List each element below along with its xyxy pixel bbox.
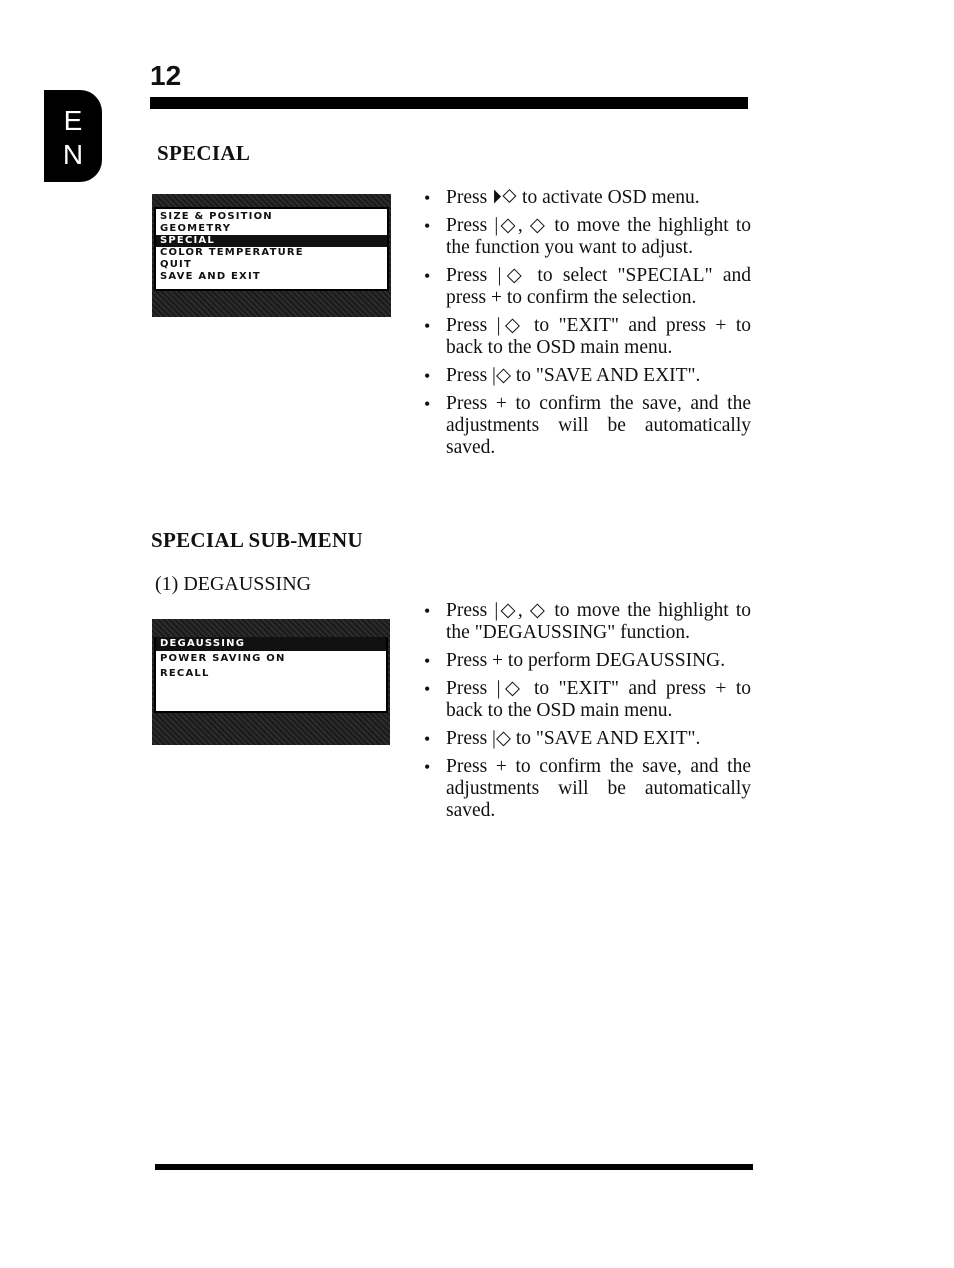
osd-item-power-saving-on: POWER SAVING ON [160,653,286,664]
instruction-item: Press |◇ to "SAVE AND EXIT". [418,728,751,750]
osd-menu-list: SIZE & POSITION GEOMETRY SPECIAL COLOR T… [154,207,389,291]
instruction-item: Press |◇ to "SAVE AND EXIT". [418,365,751,387]
language-letter: E [63,105,83,136]
osd-item-degaussing-highlighted: DEGAUSSING [156,637,386,651]
osd-item-geometry: GEOMETRY [160,223,232,234]
osd-item-size-position: SIZE & POSITION [160,211,273,222]
subsection-heading-degaussing: (1) DEGAUSSING [155,573,312,595]
osd-item-color-temperature: COLOR TEMPERATURE [160,247,304,258]
section-heading-special-submenu: SPECIAL SUB-MENU [151,528,363,552]
osd-submenu-list: DEGAUSSING POWER SAVING ON RECALL [154,637,388,713]
footer-rule [155,1164,753,1170]
osd-item-recall: RECALL [160,668,210,679]
instruction-item: Press |◇, ◇ to move the highlight to the… [418,600,751,644]
osd-submenu-image: DEGAUSSING POWER SAVING ON RECALL [152,619,390,745]
language-letter: N [62,139,84,170]
instruction-item: Press + to confirm the save, and the adj… [418,393,751,459]
page-number: 12 [150,60,182,91]
instruction-item: Press ⏵◇ to activate OSD menu. [418,187,751,209]
language-tab: E N [44,90,102,182]
instruction-item: Press |◇ to "EXIT" and press + to back t… [418,678,751,722]
instruction-item: Press + to perform DEGAUSSING. [418,650,751,672]
osd-item-quit: QUIT [160,259,192,270]
submenu-instructions-list: Press |◇, ◇ to move the highlight to the… [418,600,751,828]
instruction-item: Press + to confirm the save, and the adj… [418,756,751,822]
special-instructions-list: Press ⏵◇ to activate OSD menu. Press |◇,… [418,187,751,465]
osd-item-special-highlighted: SPECIAL [156,235,387,247]
osd-item-save-and-exit: SAVE AND EXIT [160,271,261,282]
instruction-item: Press |◇ to select "SPECIAL" and press +… [418,265,751,309]
osd-main-menu-image: SIZE & POSITION GEOMETRY SPECIAL COLOR T… [152,194,391,317]
instruction-item: Press |◇ to "EXIT" and press + to back t… [418,315,751,359]
header-rule [150,97,748,109]
section-heading-special: SPECIAL [157,141,251,165]
instruction-item: Press |◇, ◇ to move the highlight to the… [418,215,751,259]
